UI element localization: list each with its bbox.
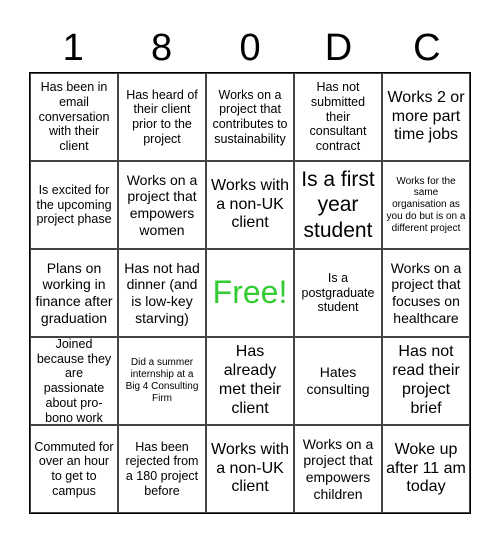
bingo-cell-text: Has already met their client bbox=[218, 343, 282, 417]
bingo-cell[interactable]: Works on a project that empowers women bbox=[118, 161, 206, 249]
bingo-cell[interactable]: Works for the same organisation as you d… bbox=[382, 161, 470, 249]
bingo-cell[interactable]: Works with a non-UK client bbox=[206, 161, 294, 249]
bingo-cell[interactable]: Has not had dinner (and is low-key starv… bbox=[118, 249, 206, 337]
bingo-cell[interactable]: Woke up after 11 am today bbox=[382, 425, 470, 513]
header-letter: 1 bbox=[62, 27, 84, 69]
bingo-cell-text: Works with a non-UK client bbox=[211, 176, 289, 232]
bingo-cell[interactable]: Hates consulting bbox=[294, 337, 382, 425]
bingo-header: 1 8 0 D C bbox=[29, 24, 471, 72]
bingo-cell[interactable]: Commuted for over an hour to get to camp… bbox=[30, 425, 118, 513]
bingo-cell-text: Is a postgraduate student bbox=[301, 270, 375, 315]
header-letter: 0 bbox=[239, 27, 261, 69]
bingo-cell-text: Works 2 or more part time jobs bbox=[387, 88, 465, 144]
bingo-cell-text: Works on a project that contributes to s… bbox=[212, 87, 288, 146]
bingo-cell[interactable]: Plans on working in finance after gradua… bbox=[30, 249, 118, 337]
header-letter: C bbox=[413, 27, 441, 69]
header-letter: D bbox=[324, 27, 353, 69]
bingo-cell[interactable]: Works with a non-UK client bbox=[206, 425, 294, 513]
bingo-cell[interactable]: Has been in email conversation with thei… bbox=[30, 73, 118, 161]
bingo-cell[interactable]: Did a summer internship at a Big 4 Consu… bbox=[118, 337, 206, 425]
bingo-cell-text: Plans on working in finance after gradua… bbox=[35, 259, 113, 326]
bingo-cell-text: Works for the same organisation as you d… bbox=[386, 175, 466, 234]
bingo-cell-text: Has not submitted their consultant contr… bbox=[309, 80, 367, 154]
bingo-cell-text: Has been rejected from a 180 project bef… bbox=[125, 439, 199, 498]
bingo-cell[interactable]: Is a postgraduate student bbox=[294, 249, 382, 337]
bingo-cell-text: Works on a project that empowers women bbox=[126, 171, 198, 238]
bingo-cell-text: Did a summer internship at a Big 4 Consu… bbox=[125, 357, 199, 404]
bingo-cell-text: Woke up after 11 am today bbox=[386, 440, 466, 496]
free-space-label: Free! bbox=[212, 274, 288, 311]
bingo-cell-text: Has heard of their client prior to the p… bbox=[126, 87, 198, 146]
bingo-cell[interactable]: Has not read their project brief bbox=[382, 337, 470, 425]
bingo-cell-text: Is excited for the upcoming project phas… bbox=[36, 182, 112, 227]
bingo-cell[interactable]: Works on a project that contributes to s… bbox=[206, 73, 294, 161]
bingo-cell-text: Has been in email conversation with thei… bbox=[38, 80, 110, 154]
bingo-cell-text: Works on a project that empowers childre… bbox=[302, 435, 374, 502]
bingo-cell[interactable]: Joined because they are passionate about… bbox=[30, 337, 118, 425]
bingo-cell[interactable]: Has heard of their client prior to the p… bbox=[118, 73, 206, 161]
bingo-cell-text: Commuted for over an hour to get to camp… bbox=[34, 439, 114, 498]
bingo-cell[interactable]: Has been rejected from a 180 project bef… bbox=[118, 425, 206, 513]
free-space-cell[interactable]: Free! bbox=[206, 249, 294, 337]
bingo-cell-text: Hates consulting bbox=[306, 364, 370, 397]
bingo-cell-text: Joined because they are passionate about… bbox=[36, 337, 112, 425]
header-letter: 8 bbox=[151, 27, 173, 69]
bingo-board: Has been in email conversation with thei… bbox=[29, 72, 471, 514]
bingo-cell-text: Works with a non-UK client bbox=[211, 440, 289, 496]
bingo-cell-text: Works on a project that focuses on healt… bbox=[390, 259, 462, 326]
bingo-cell[interactable]: Works on a project that empowers childre… bbox=[294, 425, 382, 513]
bingo-cell[interactable]: Has already met their client bbox=[206, 337, 294, 425]
bingo-cell[interactable]: Works on a project that focuses on healt… bbox=[382, 249, 470, 337]
bingo-cell[interactable]: Works 2 or more part time jobs bbox=[382, 73, 470, 161]
bingo-cell-text: Is a first year student bbox=[301, 168, 375, 242]
bingo-cell-text: Has not had dinner (and is low-key starv… bbox=[124, 259, 200, 326]
bingo-cell[interactable]: Has not submitted their consultant contr… bbox=[294, 73, 382, 161]
bingo-cell[interactable]: Is excited for the upcoming project phas… bbox=[30, 161, 118, 249]
bingo-cell-text: Has not read their project brief bbox=[392, 343, 460, 417]
bingo-cell[interactable]: Is a first year student bbox=[294, 161, 382, 249]
